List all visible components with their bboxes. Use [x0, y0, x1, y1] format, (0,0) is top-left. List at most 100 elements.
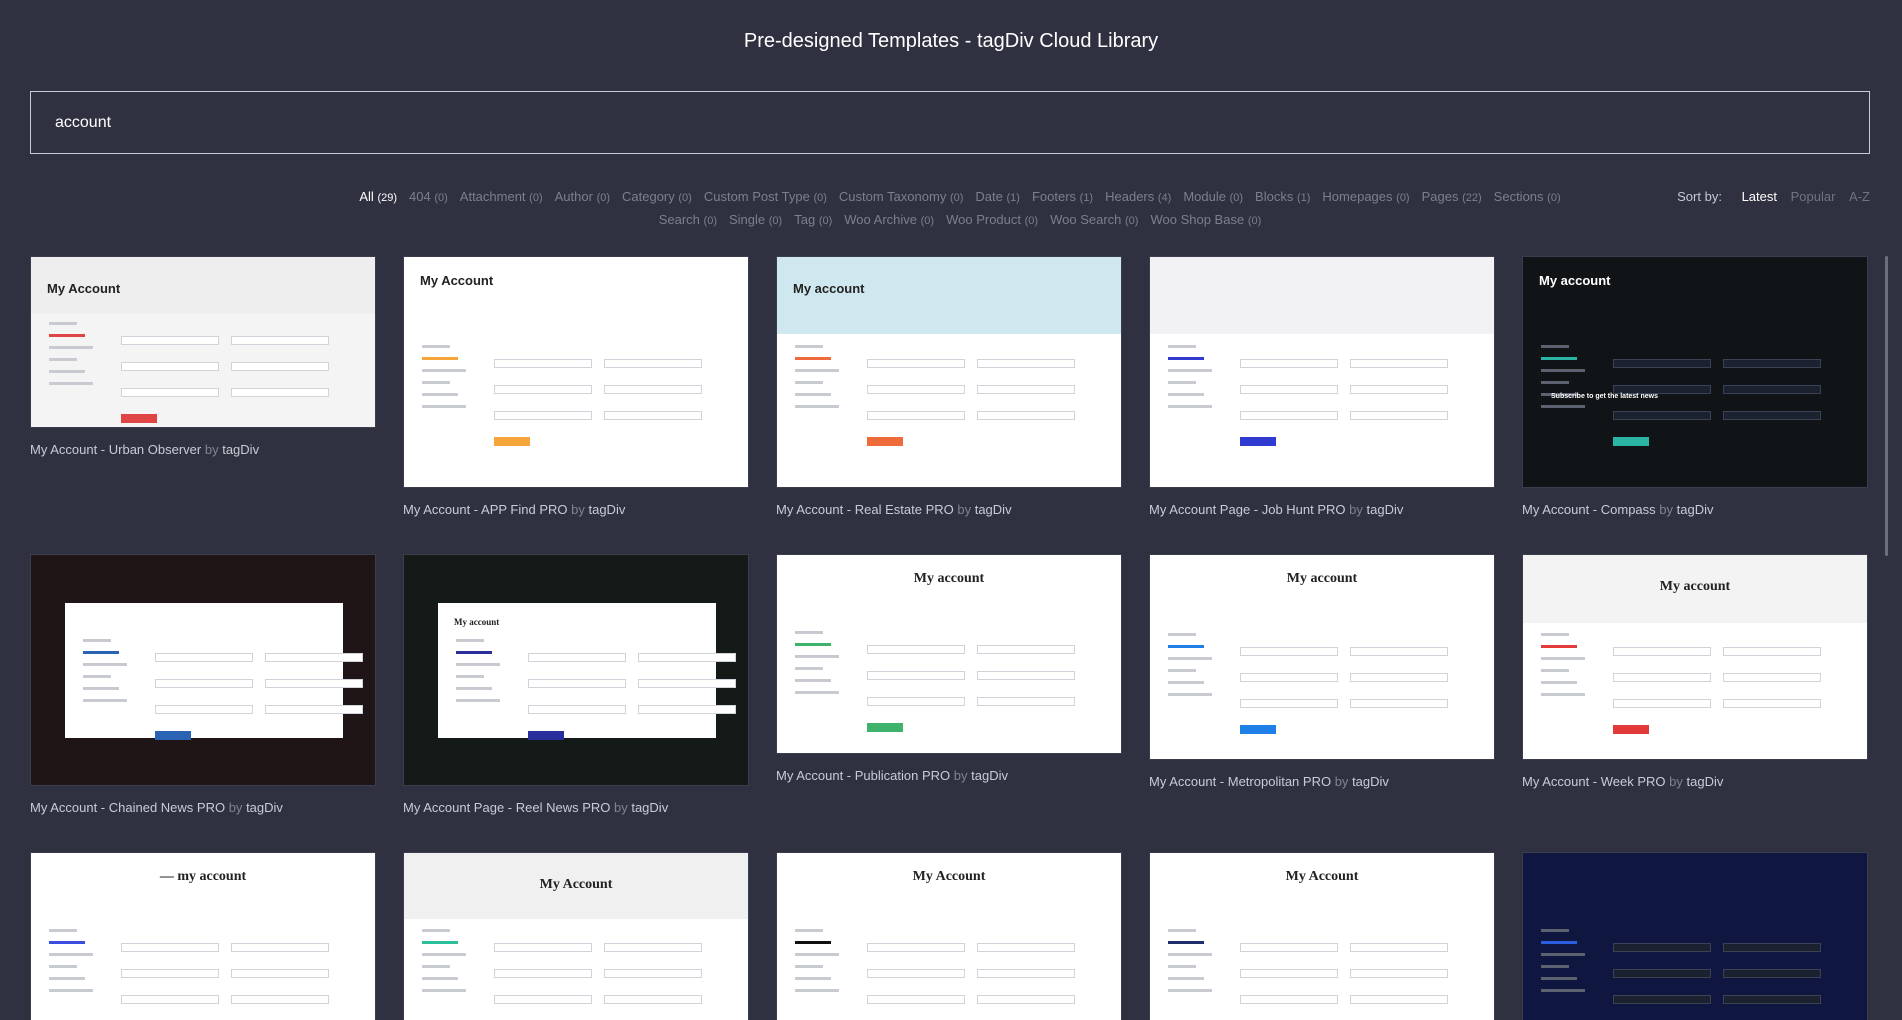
template-caption[interactable]: My Account Page - Reel News PRO by tagDi…: [403, 800, 749, 815]
sort-popular[interactable]: Popular: [1791, 189, 1836, 204]
search-input[interactable]: [55, 113, 1845, 132]
template-caption[interactable]: My Account - Urban Observer by tagDiv: [30, 442, 376, 457]
thumbnail-field: [977, 969, 1075, 978]
thumbnail-field: [604, 943, 702, 952]
template-card[interactable]: My account My Account - Publication PRO b…: [776, 554, 1122, 783]
template-caption[interactable]: My Account - Compass by tagDiv: [1522, 502, 1868, 517]
template-caption[interactable]: My Account - Week PRO by tagDiv: [1522, 774, 1868, 789]
template-thumbnail[interactable]: My Account: [776, 852, 1122, 1020]
template-card[interactable]: My Account: [1149, 852, 1495, 1020]
filter-count: (0): [1229, 192, 1244, 204]
template-caption[interactable]: My Account - Publication PRO by tagDiv: [776, 768, 1122, 783]
template-thumbnail[interactable]: [30, 554, 376, 786]
filter-headers[interactable]: Headers (4): [1105, 189, 1171, 204]
template-thumbnail[interactable]: My account Subscribe to get the latest ne…: [1522, 256, 1868, 488]
template-thumbnail[interactable]: My Account: [30, 256, 376, 428]
thumbnail-field: [1240, 969, 1338, 978]
filter-pages[interactable]: Pages (22): [1422, 189, 1482, 204]
template-thumbnail[interactable]: — my account: [30, 852, 376, 1020]
filter-search[interactable]: Search (0): [659, 212, 717, 227]
template-by: by: [953, 768, 968, 783]
template-name: My Account - Week PRO: [1522, 774, 1666, 789]
filter-woo-archive[interactable]: Woo Archive (0): [844, 212, 934, 227]
filter-category[interactable]: Category (0): [622, 189, 692, 204]
template-thumbnail[interactable]: My account: [776, 554, 1122, 754]
thumbnail-field: [638, 679, 736, 688]
filter-label: Homepages: [1322, 189, 1393, 204]
filter-label: Sections: [1493, 189, 1544, 204]
filter-count: (0): [529, 192, 543, 204]
filter-count: (0): [920, 215, 935, 227]
filter-footers[interactable]: Footers (1): [1032, 189, 1093, 204]
thumbnail-sidebar: [1168, 929, 1212, 1001]
template-caption[interactable]: My Account - Real Estate PRO by tagDiv: [776, 502, 1122, 517]
template-card[interactable]: My Account Page - Job Hunt PRO by tagDiv: [1149, 256, 1495, 517]
filter-custom-taxonomy[interactable]: Custom Taxonomy (0): [839, 189, 964, 204]
thumbnail-sidebar: [795, 631, 839, 703]
template-thumbnail[interactable]: My Account: [1149, 852, 1495, 1020]
thumbnail-sidebar: [83, 639, 127, 711]
template-caption[interactable]: My Account - Metropolitan PRO by tagDiv: [1149, 774, 1495, 789]
thumbnail-field: [121, 969, 219, 978]
template-card[interactable]: [1522, 852, 1868, 1020]
sort-latest[interactable]: Latest: [1742, 189, 1777, 204]
filter-custom-post-type[interactable]: Custom Post Type (0): [704, 189, 827, 204]
thumbnail-sidebar: [1541, 633, 1585, 705]
thumbnail-field: [265, 679, 363, 688]
sort-az[interactable]: A-Z: [1849, 189, 1870, 204]
filter-attachment[interactable]: Attachment (0): [460, 189, 543, 204]
filter-all[interactable]: All (29): [359, 189, 397, 204]
template-thumbnail[interactable]: [1149, 256, 1495, 488]
filter-woo-shop-base[interactable]: Woo Shop Base (0): [1150, 212, 1261, 227]
filter-label: Date: [975, 189, 1003, 204]
template-card[interactable]: My account My Account - Real Estate PRO b…: [776, 256, 1122, 517]
thumbnail-field: [121, 995, 219, 1004]
thumbnail-field: [494, 969, 592, 978]
template-caption[interactable]: My Account - Chained News PRO by tagDiv: [30, 800, 376, 815]
scrollbar[interactable]: [1885, 256, 1888, 556]
thumbnail-field: [867, 359, 965, 368]
thumbnail-heading: My account: [1659, 579, 1731, 594]
filter-404[interactable]: 404 (0): [409, 189, 448, 204]
filter-single[interactable]: Single (0): [729, 212, 782, 227]
template-thumbnail[interactable]: My account: [776, 256, 1122, 488]
thumbnail-save-button: [1240, 437, 1276, 446]
filter-blocks[interactable]: Blocks (1): [1255, 189, 1310, 204]
template-card[interactable]: My Account: [403, 852, 749, 1020]
filter-author[interactable]: Author (0): [555, 189, 610, 204]
template-thumbnail[interactable]: My account: [1522, 554, 1868, 760]
template-card[interactable]: — my account: [30, 852, 376, 1020]
filter-label: Pages: [1421, 189, 1459, 204]
template-thumbnail[interactable]: [1522, 852, 1868, 1020]
filter-date[interactable]: Date (1): [975, 189, 1020, 204]
search-box[interactable]: [30, 91, 1870, 154]
thumbnail-field: [1350, 385, 1448, 394]
template-card[interactable]: My Account My Account - Urban Observer by…: [30, 256, 376, 457]
template-caption[interactable]: My Account - APP Find PRO by tagDiv: [403, 502, 749, 517]
template-thumbnail[interactable]: My account: [1149, 554, 1495, 760]
template-thumbnail[interactable]: My account: [403, 554, 749, 786]
template-card[interactable]: My Account - Chained News PRO by tagDiv: [30, 554, 376, 815]
thumbnail-field: [1240, 359, 1338, 368]
thumbnail-field: [977, 359, 1075, 368]
filter-sections[interactable]: Sections (0): [1494, 189, 1561, 204]
template-card[interactable]: My account My Account - Week PRO by tagDi…: [1522, 554, 1868, 789]
filter-homepages[interactable]: Homepages (0): [1322, 189, 1409, 204]
template-card[interactable]: My account Subscribe to get the latest ne…: [1522, 256, 1868, 517]
filter-module[interactable]: Module (0): [1183, 189, 1243, 204]
template-thumbnail[interactable]: My Account: [403, 256, 749, 488]
template-card[interactable]: My Account: [776, 852, 1122, 1020]
template-name: My Account - Real Estate PRO: [776, 502, 954, 517]
template-card[interactable]: My account My Account - Metropolitan PRO …: [1149, 554, 1495, 789]
template-caption[interactable]: My Account Page - Job Hunt PRO by tagDiv: [1149, 502, 1495, 517]
template-card[interactable]: My account My Account Page - Reel News PR…: [403, 554, 749, 815]
thumbnail-save-button: [1613, 437, 1649, 446]
filter-tag[interactable]: Tag (0): [794, 212, 832, 227]
template-thumbnail[interactable]: My Account: [403, 852, 749, 1020]
template-by: by: [228, 800, 243, 815]
thumbnail-sidebar: [1541, 345, 1585, 417]
thumbnail-field: [231, 995, 329, 1004]
template-card[interactable]: My Account My Account - APP Find PRO by t…: [403, 256, 749, 517]
filter-woo-search[interactable]: Woo Search (0): [1050, 212, 1138, 227]
filter-woo-product[interactable]: Woo Product (0): [946, 212, 1038, 227]
